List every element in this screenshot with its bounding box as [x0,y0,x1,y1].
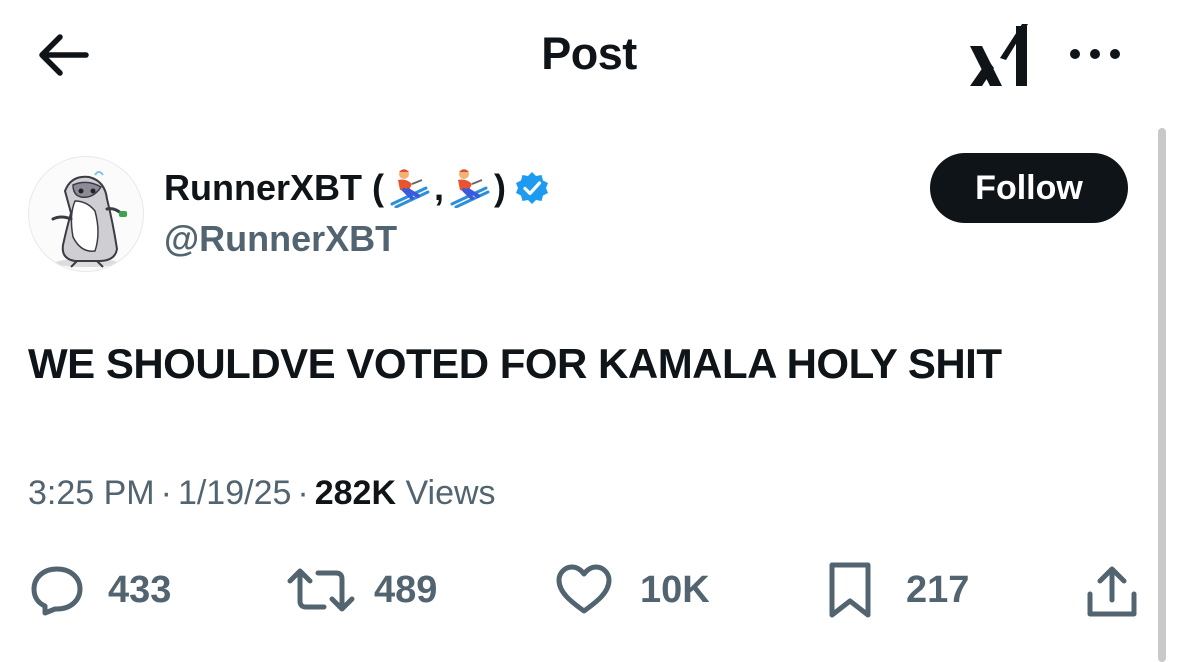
reply-count: 433 [108,568,172,611]
repost-count: 489 [374,568,438,611]
like-button[interactable]: 10K [554,560,710,620]
bookmark-button[interactable]: 217 [826,560,969,620]
user-handle[interactable]: @RunnerXBT [164,218,397,260]
scrollbar[interactable] [1158,128,1166,662]
bookmark-count: 217 [906,568,970,611]
verified-badge-icon [514,170,550,206]
display-name[interactable]: RunnerXBT ( , ) [164,166,550,210]
post-metadata: 3:25 PM · 1/19/25 · 282K Views [28,474,496,513]
share-icon [1087,566,1137,617]
heart-icon [556,564,612,614]
reply-button[interactable]: 433 [28,560,171,620]
meta-separator: · [297,474,309,512]
display-name-prefix: RunnerXBT ( [164,167,384,208]
reply-icon [31,566,83,616]
top-bar: Post [0,0,1178,112]
display-name-separator: , [434,167,445,208]
post-page: Post RunnerXBT (,) @RunnerXBT Follow W… [0,0,1178,662]
repost-icon [287,568,355,612]
repost-button[interactable]: 489 [286,560,437,620]
skier-emoji-icon [448,168,490,209]
more-options-button[interactable] [1064,42,1126,68]
share-button[interactable] [1084,564,1140,620]
skier-emoji-icon [388,168,430,209]
meta-separator: · [160,474,172,512]
post-date[interactable]: 1/19/25 [178,474,291,512]
xai-logo-icon[interactable] [966,20,1034,90]
avatar[interactable] [28,156,144,272]
post-time[interactable]: 3:25 PM [28,474,155,512]
display-name-suffix: ) [494,167,507,208]
follow-button[interactable]: Follow [930,153,1128,223]
bookmark-icon [829,562,871,618]
views-label: Views [405,474,496,512]
views-count: 282K [314,474,397,512]
like-count: 10K [640,568,710,611]
post-text: WE SHOULDVE VOTED FOR KAMALA HOLY SHIT [28,340,1002,387]
